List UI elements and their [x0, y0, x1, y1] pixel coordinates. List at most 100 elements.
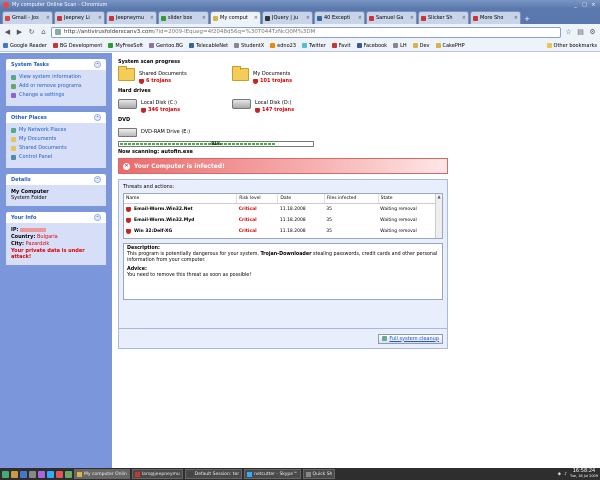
- bookmark-label: LH: [400, 42, 407, 49]
- column-header[interactable]: Date: [277, 194, 325, 204]
- bookmark-item[interactable]: TelecableNet: [189, 43, 228, 49]
- system-tasks-header[interactable]: System Tasks ⌃: [6, 59, 106, 70]
- scan-item[interactable]: Local Disk (D:) 147 trojans: [232, 97, 332, 113]
- bookmark-item[interactable]: Gentoo.BG: [149, 43, 183, 49]
- address-bar[interactable]: http://antivirusfolderscanv3.com/?id=200…: [51, 26, 561, 38]
- taskbar-task[interactable]: lars@jeepneymu: [131, 469, 183, 479]
- page-menu-icon[interactable]: ▤: [576, 28, 585, 37]
- dvd-drive[interactable]: DVD-RAM Drive (E:): [118, 126, 218, 137]
- chromium-launcher-icon[interactable]: [20, 470, 27, 478]
- collapse-icon[interactable]: ⌃: [94, 61, 101, 68]
- sidebar-link[interactable]: Control Panel: [11, 154, 101, 160]
- details-header[interactable]: Details ⌃: [6, 174, 106, 185]
- browser-tab[interactable]: My comput ×: [210, 11, 261, 24]
- sidebar-link[interactable]: My Network Places: [11, 127, 101, 133]
- tab-close-icon[interactable]: ×: [462, 15, 466, 21]
- tab-close-icon[interactable]: ×: [358, 15, 362, 21]
- volume-icon[interactable]: ♪: [564, 472, 567, 477]
- maximize-icon[interactable]: □: [581, 2, 588, 8]
- tab-close-icon[interactable]: ×: [254, 15, 258, 21]
- column-header[interactable]: Files infected: [324, 194, 379, 204]
- bookmark-item[interactable]: Facebook: [356, 43, 387, 49]
- browser-tab[interactable]: 40 Excepti ×: [314, 11, 365, 24]
- other-places-header[interactable]: Other Places ⌃: [6, 112, 106, 123]
- taskbar-task[interactable]: Quick Sh: [302, 469, 336, 479]
- table-row[interactable]: Win 32:Delf-XG Critical 11.18.2008 35 Waitin…: [124, 226, 442, 237]
- tab-close-icon[interactable]: ×: [46, 15, 50, 21]
- sidebar-link[interactable]: Shared Documents: [11, 145, 101, 151]
- app-launcher-icon[interactable]: [56, 470, 63, 478]
- browser-tab[interactable]: JQuery | ju ×: [262, 11, 313, 24]
- close-icon[interactable]: ×: [590, 2, 597, 8]
- terminal-icon[interactable]: [29, 470, 36, 478]
- bookmark-item[interactable]: LH: [393, 43, 407, 49]
- threats-scrollbar[interactable]: ▲: [435, 194, 442, 238]
- tab-label: slider box: [168, 15, 193, 21]
- app-launcher-icon[interactable]: [38, 470, 45, 478]
- bookmark-item[interactable]: Favit: [331, 43, 351, 49]
- browser-tab[interactable]: Jeepney Li ×: [54, 11, 105, 24]
- sidebar-link[interactable]: Change a settings: [11, 92, 101, 98]
- collapse-icon[interactable]: ⌃: [94, 214, 101, 221]
- skype-launcher-icon[interactable]: [47, 470, 54, 478]
- tab-close-icon[interactable]: ×: [98, 15, 102, 21]
- collapse-icon[interactable]: ⌃: [94, 114, 101, 121]
- tab-close-icon[interactable]: ×: [202, 15, 206, 21]
- scroll-up-icon[interactable]: ▲: [436, 194, 442, 199]
- tab-close-icon[interactable]: ×: [150, 15, 154, 21]
- tab-close-icon[interactable]: ×: [514, 15, 518, 21]
- network-icon[interactable]: ◈: [558, 472, 561, 477]
- url-path: /?id=2009-lEqueg=4f2048d56q=%30T044TzNcQ…: [153, 29, 316, 35]
- bookmark-item[interactable]: Google Reader: [3, 43, 47, 49]
- scan-item[interactable]: Local Disk (C:) 346 trojans: [118, 97, 218, 113]
- tab-favicon-icon: [5, 15, 10, 21]
- taskbar-task[interactable]: My computer Onlin: [74, 469, 130, 479]
- new-tab-icon[interactable]: +: [522, 15, 532, 24]
- bookmark-item[interactable]: edno23: [270, 43, 296, 49]
- other-bookmarks[interactable]: Other bookmarks: [546, 43, 597, 49]
- table-row[interactable]: Email-Worm.Win32.Net Critical 11.18.2008 35…: [124, 204, 442, 216]
- column-header[interactable]: State: [378, 194, 443, 204]
- sidebar-link[interactable]: My Documents: [11, 136, 101, 142]
- tab-favicon-icon: [265, 15, 270, 21]
- scan-item[interactable]: My Documents 101 trojans: [232, 66, 332, 84]
- star-icon[interactable]: ☆: [564, 28, 573, 37]
- sidebar-link[interactable]: View system information: [11, 74, 101, 80]
- bookmark-item[interactable]: CakePHP: [435, 43, 465, 49]
- bookmark-item[interactable]: BG Development: [52, 43, 102, 49]
- bookmark-item[interactable]: MyFreeSoft: [108, 43, 143, 49]
- firefox-icon[interactable]: [11, 470, 18, 478]
- collapse-icon[interactable]: ⌃: [94, 176, 101, 183]
- sidebar-link[interactable]: Add or remove programs: [11, 83, 101, 89]
- clock[interactable]: 16:58:24 Tue, 18 Jul 2009: [570, 469, 598, 479]
- your-info-header[interactable]: Your Info ⌃: [6, 212, 106, 223]
- browser-tab[interactable]: More Sho ×: [470, 11, 521, 24]
- scan-item[interactable]: Shared Documents 6 trojans: [118, 66, 218, 84]
- column-header[interactable]: Risk level: [236, 194, 279, 204]
- wrench-icon[interactable]: ⚙: [588, 28, 597, 37]
- bookmark-item[interactable]: StudentX: [234, 43, 264, 49]
- app-launcher-icon[interactable]: [65, 470, 72, 478]
- task-label: netcutter - Skype™: [254, 471, 298, 477]
- forward-arrow-icon[interactable]: ▶: [15, 28, 24, 37]
- minimize-icon[interactable]: _: [572, 2, 579, 8]
- tab-close-icon[interactable]: ×: [410, 15, 414, 21]
- column-header[interactable]: Name: [124, 194, 238, 204]
- menu-icon[interactable]: [2, 470, 9, 478]
- browser-tab[interactable]: Samuel Ga ×: [366, 11, 417, 24]
- home-icon[interactable]: ⌂: [39, 28, 48, 37]
- reload-icon[interactable]: ↻: [27, 28, 36, 37]
- browser-tab[interactable]: Jeepneymu ×: [106, 11, 157, 24]
- full-cleanup-button[interactable]: Full system cleanup: [378, 333, 443, 344]
- bookmark-item[interactable]: Twitter: [302, 43, 326, 49]
- table-row[interactable]: Email-Worm.Win32.Myd Critical 11.18.2008 35…: [124, 215, 442, 226]
- browser-tab[interactable]: slider box ×: [158, 11, 209, 24]
- taskbar-task[interactable]: netcutter - Skype™: [244, 469, 301, 479]
- browser-tab[interactable]: Gmail - Jos ×: [2, 11, 53, 24]
- back-arrow-icon[interactable]: ◀: [3, 28, 12, 37]
- taskbar-task[interactable]: Default Session: ter: [184, 469, 243, 479]
- tab-close-icon[interactable]: ×: [306, 15, 310, 21]
- shield-icon: [126, 229, 131, 234]
- bookmark-item[interactable]: Dev: [412, 43, 430, 49]
- browser-tab[interactable]: Slicker Sh ×: [418, 11, 469, 24]
